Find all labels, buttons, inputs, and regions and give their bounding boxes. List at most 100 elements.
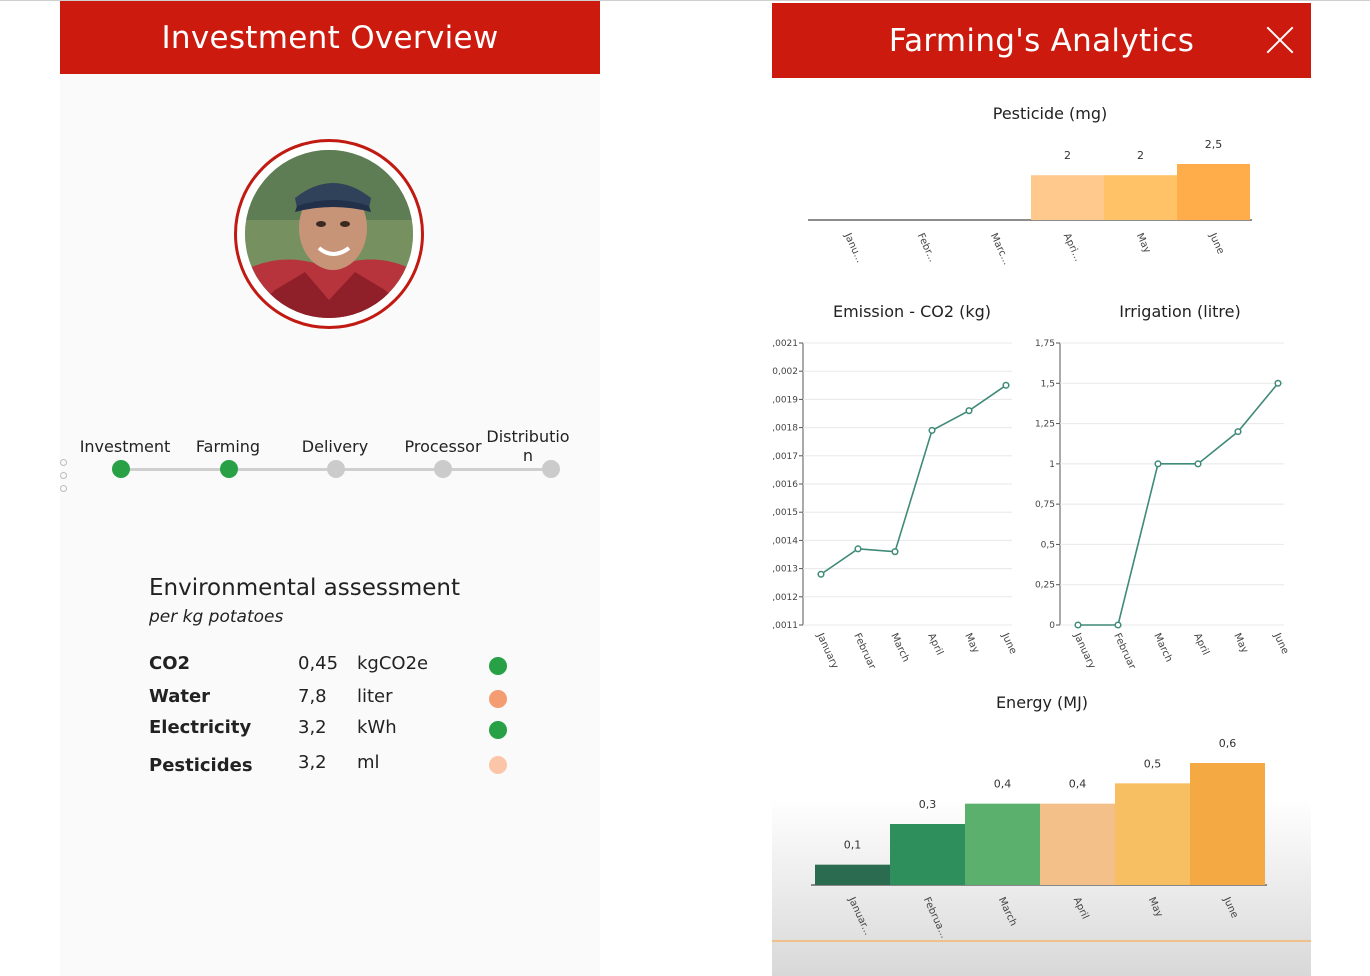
emission-data-point bbox=[928, 426, 936, 434]
investment-overview-header: Investment Overview bbox=[60, 1, 600, 74]
energy-category-label: Februa... bbox=[921, 896, 949, 940]
emission-x-tick-label: January bbox=[814, 631, 840, 671]
emission-data-point bbox=[965, 407, 973, 415]
pesticide-bar bbox=[1031, 175, 1104, 220]
status-dot bbox=[489, 657, 507, 675]
pesticide-category-label: Marc... bbox=[988, 232, 1012, 267]
analytics-charts: Janu... Febr... Marc... 2 Apri... 2 May 2,5 June… bbox=[772, 138, 1291, 940]
emission-y-tick-label: 0,0011 bbox=[772, 621, 798, 631]
irrigation-y-tick-label: 0 bbox=[1049, 621, 1055, 631]
step-dot-investment[interactable] bbox=[112, 460, 130, 478]
emission-y-tick-label: 0,0015 bbox=[772, 508, 798, 518]
irrigation-data-point bbox=[1234, 428, 1242, 436]
irrigation-x-tick-label: March bbox=[1151, 632, 1174, 664]
emission-x-tick-label: June bbox=[999, 631, 1019, 656]
emission-y-tick-label: 0,0013 bbox=[772, 565, 798, 575]
metric-name: Water bbox=[149, 686, 211, 707]
step-label-distribution: Distributio n bbox=[486, 427, 570, 465]
metric-unit: kWh bbox=[357, 717, 397, 738]
status-dot bbox=[489, 756, 507, 774]
pesticide-value-label: 2 bbox=[1137, 149, 1144, 162]
emission-series-line bbox=[820, 384, 1007, 575]
emission-y-tick-label: 0,0016 bbox=[772, 480, 798, 490]
energy-bar bbox=[1115, 783, 1190, 885]
irrigation-y-tick-label: 1 bbox=[1049, 460, 1055, 470]
energy-category-label: March bbox=[996, 896, 1019, 928]
farmer-avatar-ring[interactable] bbox=[234, 139, 424, 329]
metric-unit: liter bbox=[357, 686, 393, 707]
irrigation-x-tick-label: April bbox=[1191, 632, 1211, 657]
irrigation-data-point bbox=[1194, 460, 1202, 468]
metric-name: Electricity bbox=[149, 717, 252, 738]
energy-bar bbox=[1190, 763, 1265, 885]
step-dot-farming[interactable] bbox=[220, 460, 238, 478]
pesticide-bar bbox=[1177, 164, 1250, 220]
env-title: Environmental assessment bbox=[149, 575, 460, 601]
emission-y-tick-label: 0,0018 bbox=[772, 424, 798, 434]
emission-data-point bbox=[891, 548, 899, 556]
step-dot-processor[interactable] bbox=[434, 460, 452, 478]
energy-value-label: 0,6 bbox=[1219, 737, 1237, 750]
metric-value: 0,45 bbox=[298, 653, 339, 674]
irrigation-x-tick-label: June bbox=[1271, 631, 1291, 656]
irrigation-data-point bbox=[1074, 621, 1082, 629]
step-dot-distribution[interactable] bbox=[542, 460, 560, 478]
metric-name: CO2 bbox=[149, 653, 191, 674]
energy-category-label: June bbox=[1220, 895, 1240, 920]
emission-x-tick-label: April bbox=[925, 632, 945, 657]
emission-x-tick-label: May bbox=[962, 632, 981, 655]
irrigation-data-point bbox=[1274, 379, 1282, 387]
metric-name: Pesticides bbox=[149, 755, 253, 776]
irrigation-y-tick-label: 0,25 bbox=[1035, 581, 1055, 591]
farmer-photo-image bbox=[245, 150, 413, 318]
energy-bar bbox=[965, 803, 1040, 885]
env-row-co2: CO2 0,45 kgCO2e bbox=[149, 653, 529, 679]
progress-track-done bbox=[122, 468, 230, 471]
metric-unit: kgCO2e bbox=[357, 653, 429, 674]
irrigation-y-tick-label: 0,5 bbox=[1041, 540, 1055, 550]
irrigation-y-tick-label: 0,75 bbox=[1035, 500, 1055, 510]
step-label-delivery: Delivery bbox=[301, 437, 369, 456]
energy-bar bbox=[815, 864, 890, 885]
emission-y-tick-label: 0,0014 bbox=[772, 536, 798, 546]
metric-value: 7,8 bbox=[298, 686, 327, 707]
metric-value: 3,2 bbox=[298, 717, 327, 738]
emission-data-point bbox=[854, 545, 862, 553]
env-row-pesticides: Pesticides 3,2 ml bbox=[149, 752, 529, 778]
farming-analytics-panel: Farming's Analytics Pesticide (mg) Emiss… bbox=[772, 3, 1311, 976]
emission-x-tick-label: March bbox=[888, 632, 911, 664]
status-dot bbox=[489, 690, 507, 708]
emission-data-point bbox=[1002, 381, 1010, 389]
avatar bbox=[245, 150, 413, 318]
status-dot bbox=[489, 721, 507, 739]
env-row-water: Water 7,8 liter bbox=[149, 686, 529, 712]
irrigation-y-tick-label: 1,25 bbox=[1035, 420, 1055, 430]
energy-category-label: May bbox=[1146, 896, 1165, 919]
pesticide-category-label: Apri... bbox=[1061, 232, 1083, 263]
irrigation-x-tick-label: January bbox=[1071, 631, 1097, 671]
pesticide-bar bbox=[1104, 175, 1177, 220]
pesticide-category-label: May bbox=[1134, 232, 1153, 255]
emission-y-tick-label: 0,0017 bbox=[772, 452, 798, 462]
irrigation-y-tick-label: 1,75 bbox=[1035, 339, 1055, 349]
pesticide-category-label: Febr... bbox=[915, 232, 938, 264]
env-subtitle: per kg potatoes bbox=[149, 607, 284, 627]
emission-y-tick-label: 0,0021 bbox=[772, 339, 798, 349]
emission-y-tick-label: 0,0012 bbox=[772, 593, 798, 603]
energy-value-label: 0,5 bbox=[1144, 757, 1162, 770]
energy-bar bbox=[890, 824, 965, 885]
irrigation-x-tick-label: May bbox=[1231, 632, 1250, 655]
irrigation-data-point bbox=[1154, 460, 1162, 468]
energy-category-label: Januar... bbox=[845, 895, 873, 937]
environmental-assessment: Environmental assessment per kg potatoes bbox=[149, 575, 460, 627]
energy-value-label: 0,4 bbox=[994, 778, 1012, 791]
emission-x-tick-label: Februar bbox=[851, 632, 878, 672]
step-dot-delivery[interactable] bbox=[327, 460, 345, 478]
emission-y-tick-label: 0,002 bbox=[772, 367, 798, 377]
metric-unit: ml bbox=[357, 752, 380, 773]
pesticide-value-label: 2,5 bbox=[1205, 138, 1223, 151]
supply-chain-progress: Investment Farming Delivery Processor Di… bbox=[60, 421, 600, 491]
metric-value: 3,2 bbox=[298, 752, 327, 773]
irrigation-x-tick-label: Februar bbox=[1111, 632, 1138, 672]
energy-value-label: 0,1 bbox=[844, 839, 862, 852]
